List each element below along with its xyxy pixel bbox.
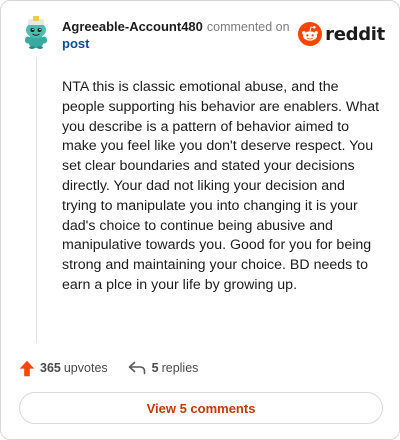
reply-label: replies [161,361,199,375]
replies-button[interactable]: 5 replies [128,361,199,375]
reply-arrow-icon [128,361,145,375]
upvote-count: 365 [40,361,61,375]
reddit-logo[interactable]: reddit [298,21,385,47]
reddit-wordmark: reddit [325,23,385,45]
view-comments-button[interactable]: View 5 comments [19,392,383,424]
comment-actions: 365 upvotes 5 replies [19,358,198,378]
reddit-snoo-icon [298,22,323,46]
comment-header: Agreeable-Account480 commented on [62,18,290,36]
upvote-label: upvotes [63,361,108,375]
thread-line[interactable] [36,57,37,343]
upvote-button[interactable]: 365 upvotes [19,360,108,377]
author-name[interactable]: Agreeable-Account480 [62,19,203,34]
reply-count: 5 [151,361,159,375]
snoo-avatar-icon [25,16,47,49]
comment-body: NTA this is classic emotional abuse, and… [62,79,380,293]
upvote-arrow-icon [19,360,35,376]
commented-on-label: commented on [206,20,290,34]
comment-card: Agreeable-Account480 commented on post re… [0,0,400,440]
user-avatar[interactable] [19,15,53,49]
post-link[interactable]: post [62,35,89,52]
